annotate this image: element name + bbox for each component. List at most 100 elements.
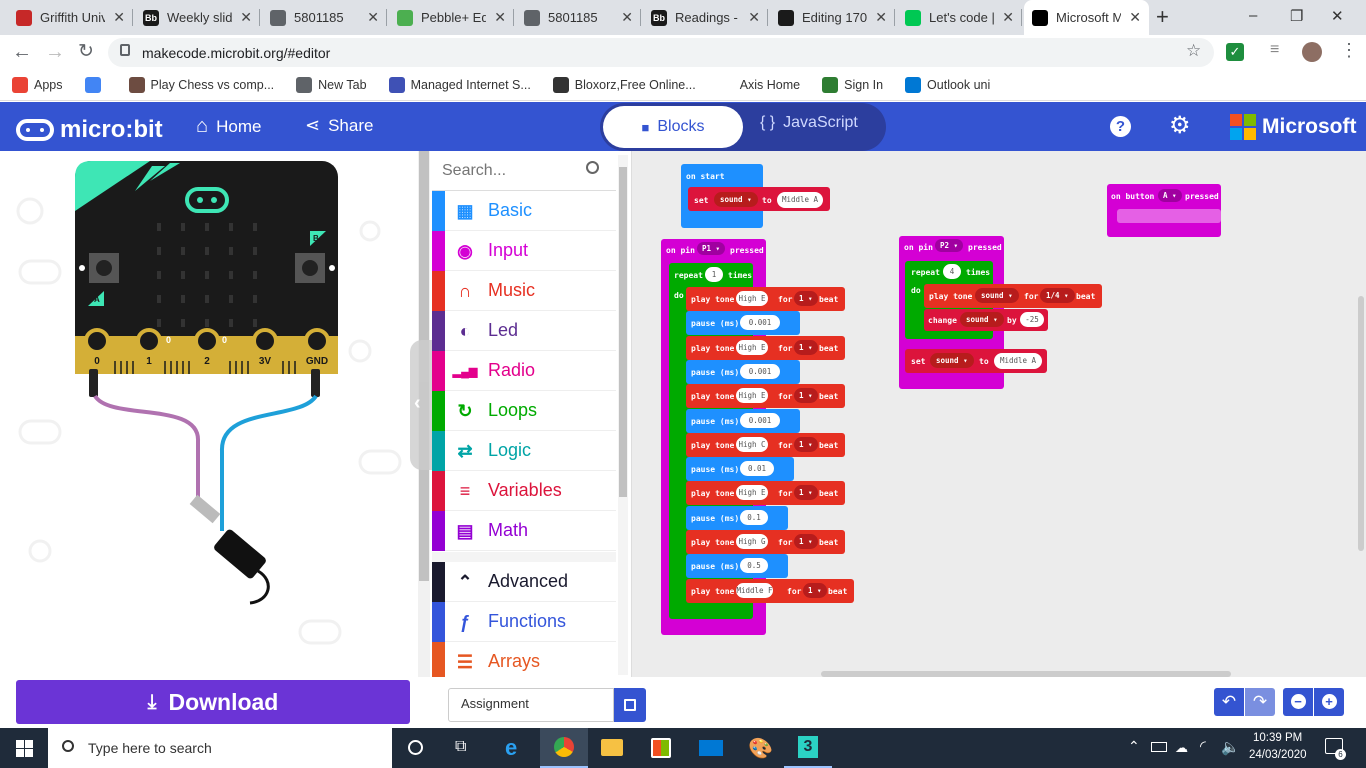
cortana-icon[interactable] xyxy=(408,740,423,755)
reload-icon[interactable]: ↻ xyxy=(78,40,94,63)
pause-value[interactable]: 0.001 xyxy=(740,412,780,428)
pin-p1-dropdown[interactable]: P1 ▾ xyxy=(697,242,726,255)
omnibox[interactable]: makecode.microbit.org/#editor ☆ xyxy=(108,38,1214,67)
pin-p2-dropdown[interactable]: P2 ▾ xyxy=(935,239,964,252)
beats-dropdown[interactable]: 1 ▾ xyxy=(803,582,827,598)
note-pill[interactable]: Middle F xyxy=(736,582,773,598)
browser-tab[interactable]: Let's code | ✕ xyxy=(897,0,1022,35)
window-maximize-button[interactable]: ❐ xyxy=(1290,7,1303,25)
home-button[interactable]: ⌂ Home xyxy=(196,115,261,138)
tab-close-icon[interactable]: ✕ xyxy=(113,9,125,26)
show-hidden-icons[interactable]: ⌃ xyxy=(1128,738,1140,755)
task-view-icon[interactable]: ⧉ xyxy=(455,738,466,756)
pause-value[interactable]: 0.5 xyxy=(740,558,768,574)
beats-dropdown[interactable]: 1 ▾ xyxy=(794,485,818,501)
change-by-value[interactable]: -25 xyxy=(1020,312,1044,327)
active-app-button[interactable]: 3 xyxy=(784,728,832,768)
pause-value[interactable]: 0.001 xyxy=(740,363,780,379)
gear-icon[interactable]: ⚙ xyxy=(1169,111,1191,140)
button-a-dropdown[interactable]: A ▾ xyxy=(1158,189,1182,202)
bookmark-item[interactable] xyxy=(84,76,107,93)
browser-tab[interactable]: Bb Weekly slid ✕ xyxy=(135,0,260,35)
redo-button[interactable]: ↷ xyxy=(1245,688,1275,716)
chrome-taskbar-button[interactable] xyxy=(540,728,588,768)
bookmark-item[interactable]: Play Chess vs comp... xyxy=(128,76,274,93)
volume-icon[interactable]: 🔈 xyxy=(1221,738,1240,756)
onedrive-icon[interactable]: ☁ xyxy=(1175,740,1188,756)
toolbox-category-input[interactable]: ◉ Input xyxy=(432,231,616,271)
change-var-dropdown[interactable]: sound ▾ xyxy=(960,312,1004,327)
beats-dropdown[interactable]: 1 ▾ xyxy=(794,534,818,549)
project-name-field[interactable] xyxy=(448,688,614,722)
browser-tab[interactable]: Bb Readings - ✕ xyxy=(643,0,768,35)
note-pill[interactable]: High E xyxy=(736,388,768,404)
note-value[interactable]: Middle A xyxy=(777,192,823,208)
beats-dropdown[interactable]: 1 ▾ xyxy=(794,339,818,355)
clock-date[interactable]: 24/03/2020 xyxy=(1249,749,1307,761)
bookmark-item[interactable]: Sign In xyxy=(822,76,883,93)
save-button[interactable] xyxy=(614,688,646,722)
forward-icon[interactable]: → xyxy=(45,41,65,64)
store-icon[interactable] xyxy=(651,738,671,758)
microsoft-brand[interactable]: Microsoft xyxy=(1230,114,1357,140)
profile-avatar[interactable] xyxy=(1302,42,1322,62)
battery-icon[interactable] xyxy=(1151,742,1167,752)
tab-close-icon[interactable]: ✕ xyxy=(494,9,506,26)
paint-icon[interactable]: 🎨 xyxy=(748,736,773,761)
toolbox-category-variables[interactable]: ≡ Variables xyxy=(432,471,616,511)
repeat-count-p1[interactable]: 1 xyxy=(705,267,723,282)
workspace-v-scrollbar[interactable] xyxy=(1358,296,1364,551)
window-close-button[interactable]: ✕ xyxy=(1331,7,1344,25)
toolbox-search[interactable] xyxy=(432,151,616,191)
microbit-board[interactable] xyxy=(75,161,338,374)
toolbox-category-logic[interactable]: ⇄ Logic xyxy=(432,431,616,471)
bookmark-item[interactable]: Axis Home xyxy=(717,76,800,93)
browser-tab[interactable]: Editing 170 ✕ xyxy=(770,0,895,35)
browser-tab[interactable]: Pebble+ Ed ✕ xyxy=(389,0,514,35)
beat-fraction-dropdown[interactable]: 1/4 ▾ xyxy=(1040,288,1075,303)
toolbox-category-loops[interactable]: ↻ Loops xyxy=(432,391,616,431)
tab-close-icon[interactable]: ✕ xyxy=(1002,9,1014,26)
tab-close-icon[interactable]: ✕ xyxy=(875,9,887,26)
tab-close-icon[interactable]: ✕ xyxy=(367,9,379,26)
back-icon[interactable]: ← xyxy=(12,41,32,64)
note-pill[interactable]: High E xyxy=(736,485,768,501)
blocks-workspace[interactable]: on start set sound ▾ to Middle A on pin … xyxy=(632,151,1366,677)
tab-close-icon[interactable]: ✕ xyxy=(748,9,760,26)
tab-close-icon[interactable]: ✕ xyxy=(240,9,252,26)
search-icon[interactable] xyxy=(586,161,599,174)
pause-value[interactable]: 0.1 xyxy=(740,509,768,525)
toolbox-category-radio[interactable]: ▂▄▆ Radio xyxy=(432,351,616,391)
project-name-input[interactable] xyxy=(461,696,601,711)
windows-start-icon[interactable] xyxy=(16,740,33,757)
zoom-out-button[interactable]: − xyxy=(1283,688,1313,716)
mail-icon[interactable] xyxy=(699,740,723,756)
toolbox-category-advanced[interactable]: ⌃ Advanced xyxy=(432,562,616,602)
javascript-tab[interactable]: { } JavaScript xyxy=(760,114,858,132)
microbit-logo[interactable]: micro:bit xyxy=(16,116,163,144)
zoom-in-button[interactable]: + xyxy=(1314,688,1344,716)
toolbox-category-led[interactable]: ◐ Led xyxy=(432,311,616,351)
note-pill[interactable]: High E xyxy=(736,339,768,355)
menu-icon[interactable]: ⋮ xyxy=(1340,40,1358,61)
toolbox-scrollbar[interactable] xyxy=(618,155,628,675)
browser-tab[interactable]: Griffith Univ ✕ xyxy=(8,0,133,35)
set-value-p2[interactable]: Middle A xyxy=(994,353,1042,369)
beats-dropdown[interactable]: 1 ▾ xyxy=(794,436,818,452)
browser-tab[interactable]: 5801185 ✕ xyxy=(516,0,641,35)
repeat-count-p2[interactable]: 4 xyxy=(943,264,961,279)
blocks-tab[interactable]: ■ Blocks xyxy=(603,106,743,148)
note-pill[interactable]: High C xyxy=(736,436,768,452)
tab-close-icon[interactable]: ✕ xyxy=(621,9,633,26)
bookmark-item[interactable]: Managed Internet S... xyxy=(388,76,531,93)
clock-time[interactable]: 10:39 PM xyxy=(1253,732,1302,744)
bookmark-item[interactable]: Apps xyxy=(12,76,63,93)
help-icon[interactable]: ? xyxy=(1110,116,1131,137)
toolbox-category-music[interactable]: ∩ Music xyxy=(432,271,616,311)
toolbox-category-math[interactable]: ▤ Math xyxy=(432,511,616,551)
beats-dropdown[interactable]: 1 ▾ xyxy=(794,291,818,306)
sound-var-dropdown[interactable]: sound ▾ xyxy=(975,288,1019,303)
var-dropdown[interactable]: sound ▾ xyxy=(714,192,758,207)
search-input[interactable] xyxy=(442,159,582,183)
toolbox-category-functions[interactable]: ƒ Functions xyxy=(432,602,616,642)
